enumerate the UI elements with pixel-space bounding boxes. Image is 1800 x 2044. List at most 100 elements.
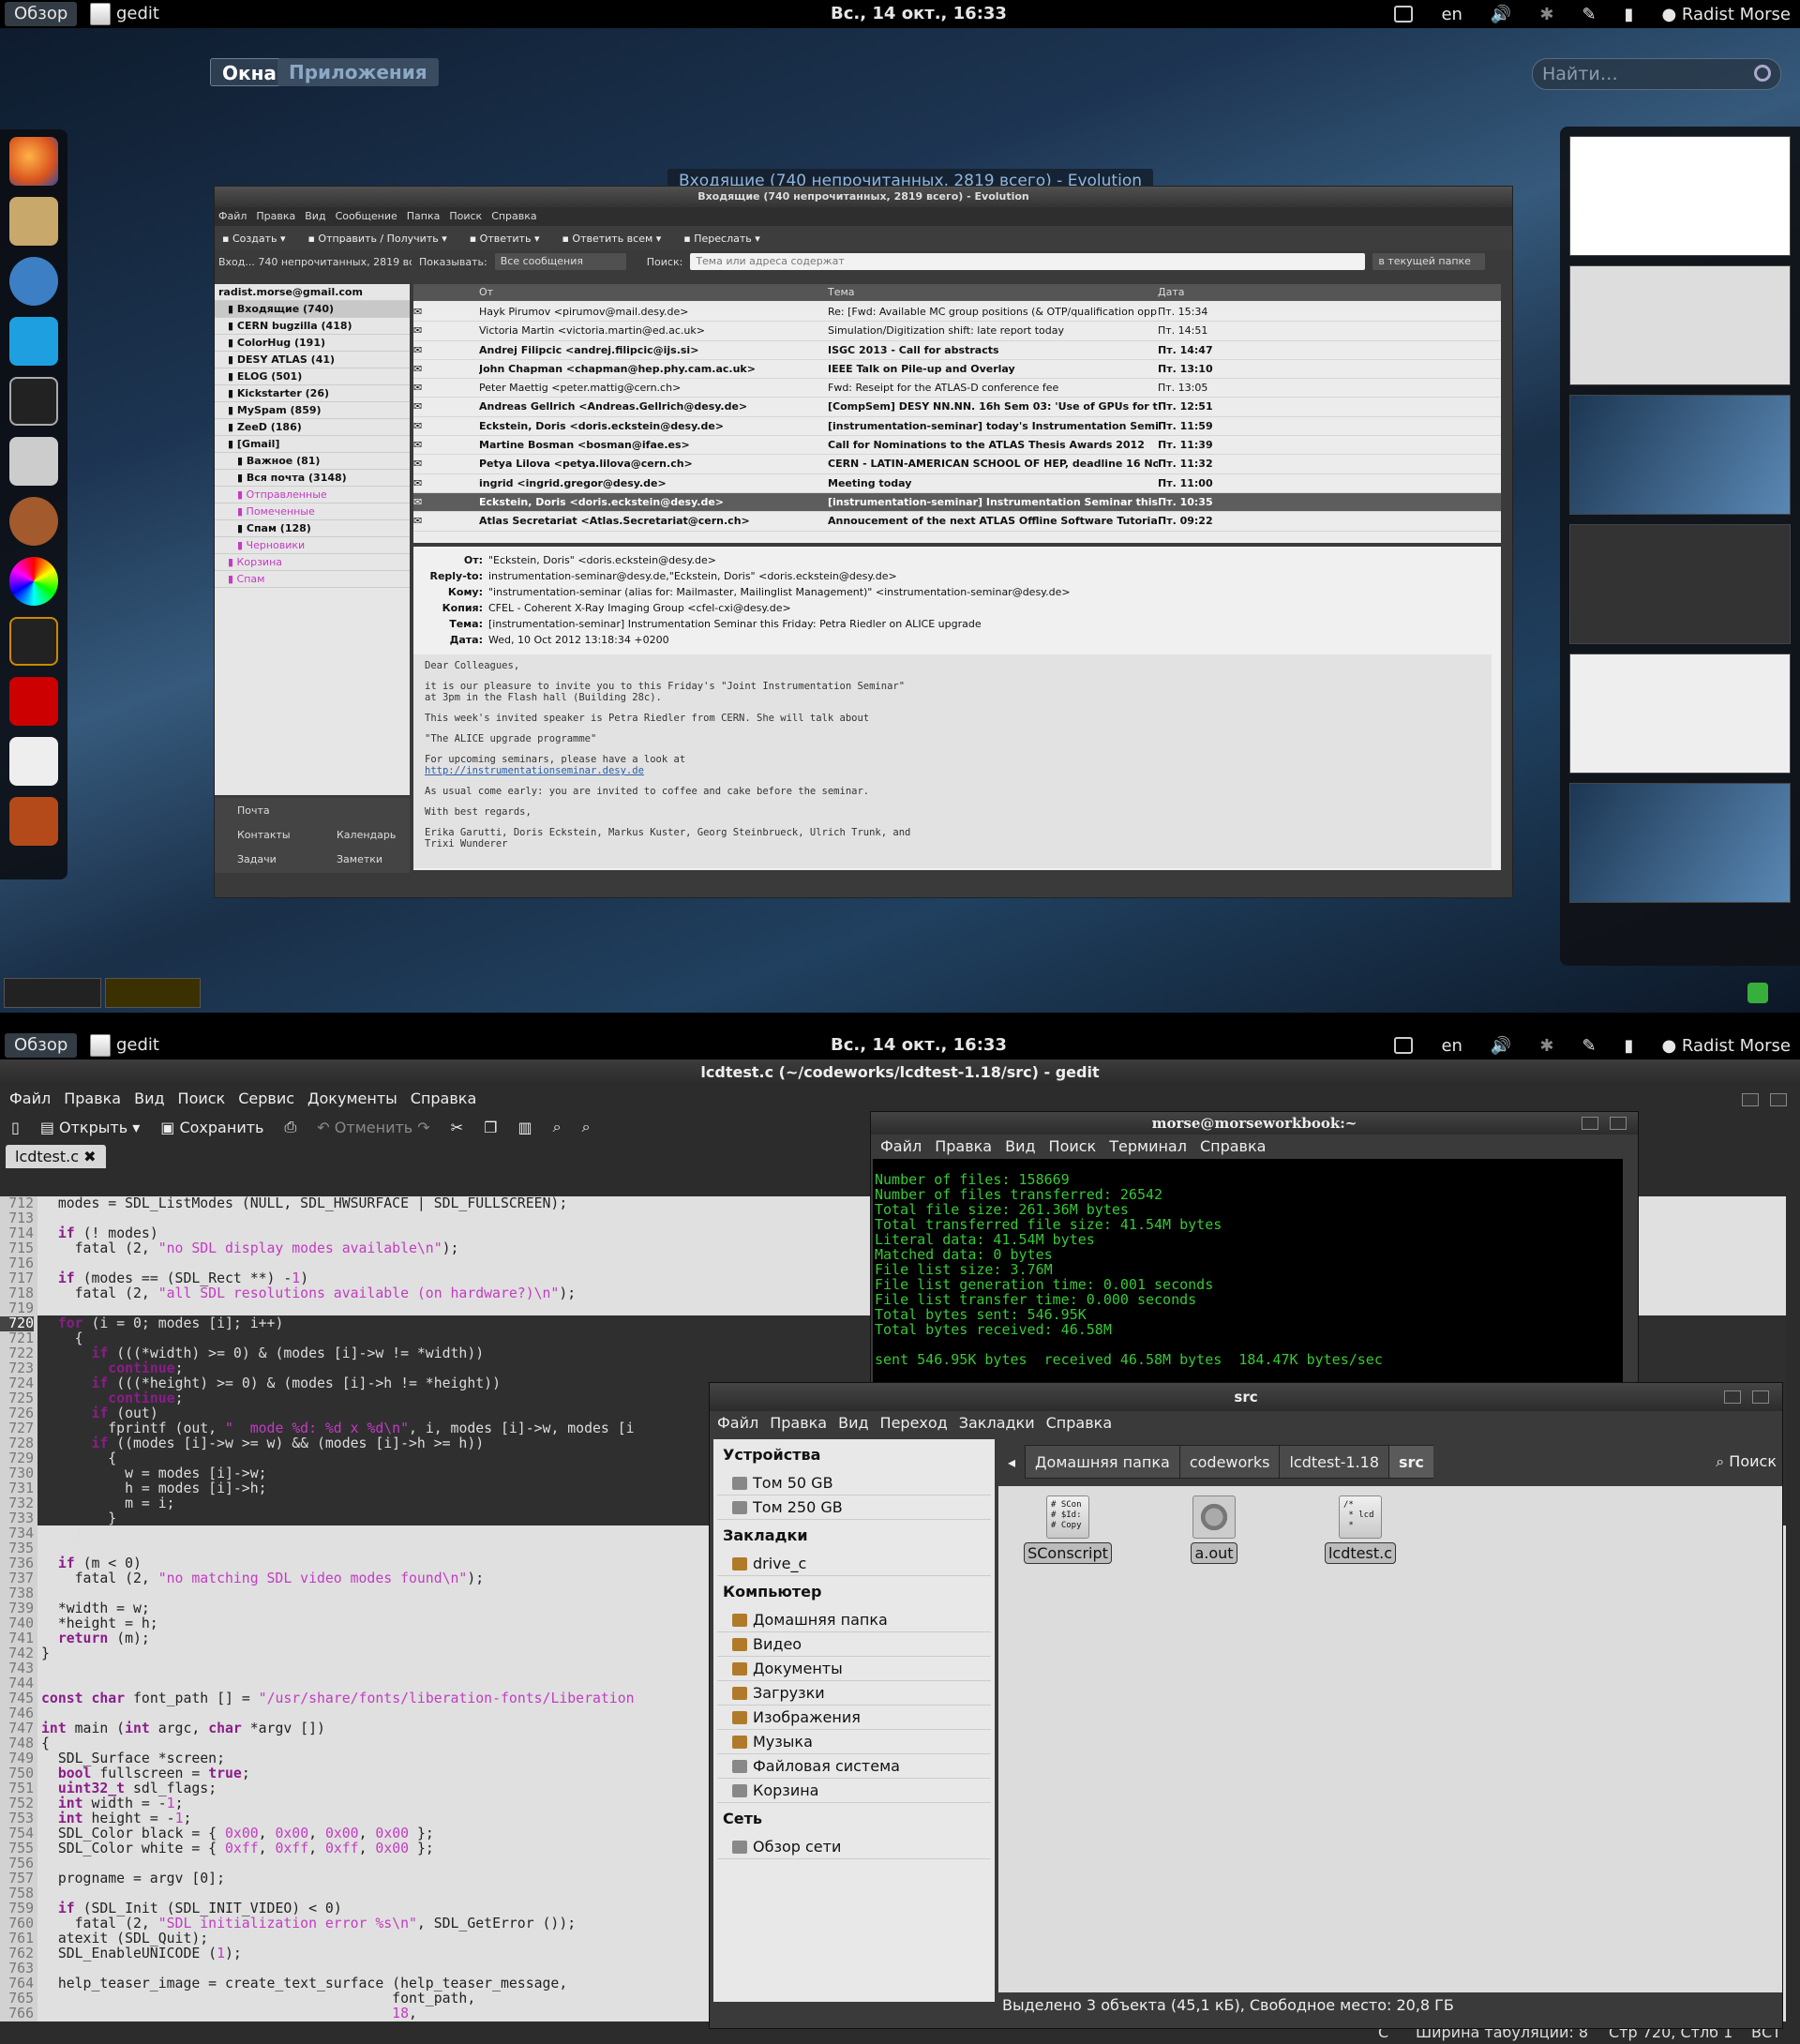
menu-item[interactable]: Папка (407, 207, 441, 226)
maximize-button[interactable] (1742, 1093, 1759, 1106)
tab-applications[interactable]: Приложения (278, 58, 439, 86)
menu-item[interactable]: Правка (64, 1086, 121, 1112)
list-item[interactable]: ✉ Peter Maettig <peter.mattig@cern.ch> Fwd… (413, 379, 1501, 398)
show-select[interactable]: Все сообщения (494, 253, 626, 270)
tab-lcdtest[interactable]: lcdtest.c ✖ (6, 1145, 106, 1168)
folder-item[interactable]: ▮ Спам (215, 571, 410, 588)
menu-item[interactable]: Поиск (178, 1086, 226, 1112)
list-item[interactable]: ✉ Victoria Martin <victoria.martin@ed.ac.… (413, 322, 1501, 341)
list-item[interactable]: ✉ Petya Lilova <petya.lilova@cern.ch> CERN… (413, 455, 1501, 474)
folder-item[interactable]: ▮ Входящие (740) (215, 301, 410, 318)
print-icon[interactable]: ⎙ (284, 1118, 296, 1136)
menu-item[interactable]: Справка (1200, 1135, 1267, 1159)
places-item[interactable]: Домашняя папка (717, 1608, 991, 1632)
menu-item[interactable]: Переход (880, 1411, 948, 1435)
volume-icon[interactable]: 🔊 (1491, 1036, 1511, 1056)
workspace-thumb[interactable] (1569, 524, 1791, 644)
list-item[interactable]: ✉ Eckstein, Doris <doris.eckstein@desy.de… (413, 492, 1501, 513)
folder-item[interactable]: ▮ CERN bugzilla (418) (215, 318, 410, 335)
network-icon[interactable]: ✎ (1582, 1036, 1596, 1056)
path-segment[interactable]: lcdtest-1.18 (1279, 1445, 1388, 1479)
window-titlebar[interactable]: src (710, 1383, 1782, 1411)
bluetooth-icon[interactable]: ✱ (1539, 1036, 1553, 1056)
firefox-icon[interactable] (9, 137, 58, 186)
path-segment[interactable]: src (1388, 1445, 1433, 1479)
col-subject[interactable]: Тема (828, 284, 1158, 301)
body-link[interactable]: http://instrumentationseminar.desy.de (425, 765, 644, 776)
menu-item[interactable]: Правка (770, 1411, 827, 1435)
file-item[interactable]: /* * lcd * lcdtest.c (1315, 1495, 1405, 1564)
evolution-icon[interactable] (9, 197, 58, 246)
terminal-output[interactable]: Number of files: 158669 Number of files t… (873, 1159, 1623, 1384)
system-monitor-icon[interactable] (9, 617, 58, 666)
toolbar-button[interactable]: ▪ Переслать ▾ (683, 233, 759, 245)
menu-item[interactable]: Поиск (449, 207, 482, 226)
overview-search-input[interactable]: Найти… (1532, 58, 1781, 90)
switcher-2[interactable]: Календарь (318, 826, 412, 845)
list-item[interactable]: ✉ Andreas Gellrich <Andreas.Gellrich@desy… (413, 398, 1501, 417)
places-item[interactable]: drive_c (717, 1552, 991, 1576)
places-item[interactable]: Документы (717, 1657, 991, 1681)
bluetooth-icon[interactable]: ✱ (1539, 5, 1553, 24)
evolution-window[interactable]: Входящие (740 непрочитанных, 2819 всего)… (214, 186, 1513, 898)
folder-item[interactable]: ▮ Помеченные (215, 503, 410, 520)
list-item[interactable]: ✉ Andrej Filipcic <andrej.filipcic@ijs.si… (413, 341, 1501, 360)
col-from[interactable]: От (479, 284, 828, 301)
close-button[interactable] (1610, 1117, 1627, 1130)
display-icon[interactable] (1394, 1037, 1414, 1054)
account-item[interactable]: radist.morse@gmail.com (215, 284, 410, 301)
folder-item[interactable]: ▮ Черновики (215, 537, 410, 554)
menu-item[interactable]: Документы (308, 1086, 398, 1112)
window-titlebar[interactable]: Входящие (740 непрочитанных, 2819 всего)… (215, 187, 1512, 207)
nautilus-window[interactable]: src Файл Правка Вид Переход Закладки Справка … (709, 1382, 1783, 2029)
close-icon[interactable]: ✖ (83, 1148, 96, 1165)
empathy-icon[interactable] (9, 257, 58, 306)
file-item[interactable]: # SCon # $Id: # Copy SConscript (1023, 1495, 1113, 1564)
list-item[interactable]: ✉ Martine Bosman <bosman@ifae.es> Call for… (413, 436, 1501, 456)
list-item[interactable]: ✉ Eckstein, Doris <doris.eckstein@desy.de… (413, 417, 1501, 437)
rhythmbox-icon[interactable] (9, 497, 58, 546)
user-menu[interactable]: ● Radist Morse (1661, 1036, 1791, 1056)
path-segment[interactable]: codeworks (1178, 1445, 1280, 1479)
skype-icon[interactable] (9, 317, 58, 366)
app-menu[interactable]: gedit (90, 1031, 159, 1060)
folder-item[interactable]: ▮ Вся почта (3148) (215, 470, 410, 487)
path-segment[interactable]: Домашняя папка (1025, 1445, 1179, 1479)
battery-icon[interactable]: ▮ (1625, 1036, 1634, 1056)
menu-item[interactable]: Закладки (959, 1411, 1035, 1435)
scope-select[interactable]: в текущей папке (1372, 253, 1486, 270)
file-view[interactable]: # SCon # $Id: # Copy SConscript a.out /* * … (998, 1486, 1782, 1992)
folder-item[interactable]: ▮ Kickstarter (26) (215, 385, 410, 402)
workspace-thumb[interactable] (1569, 265, 1791, 385)
places-item[interactable]: Файловая система (717, 1754, 991, 1779)
menu-item[interactable]: Справка (411, 1086, 477, 1112)
toolbar-button[interactable]: ▪ Отправить / Получить ▾ (308, 233, 446, 245)
menu-item[interactable]: Правка (935, 1135, 992, 1159)
places-item[interactable]: Видео (717, 1632, 991, 1657)
toolbar-button[interactable]: ▪ Ответить всем ▾ (562, 233, 661, 245)
switcher-3[interactable]: Задачи (218, 850, 312, 869)
menu-item[interactable]: Сервис (238, 1086, 294, 1112)
workspace-thumb[interactable] (1569, 136, 1791, 256)
places-item[interactable]: Изображения (717, 1706, 991, 1730)
update-icon[interactable] (1748, 983, 1768, 1003)
folder-item[interactable]: ▮ Отправленные (215, 487, 410, 503)
save-button[interactable]: ▣ Сохранить (160, 1119, 263, 1136)
maximize-button[interactable] (1582, 1117, 1598, 1130)
display-icon[interactable] (1394, 6, 1414, 23)
workspace-thumb[interactable] (1569, 395, 1791, 515)
activities-button[interactable]: Обзор (5, 1033, 78, 1058)
menu-item[interactable]: Файл (717, 1411, 758, 1435)
folder-item[interactable]: ▮ ELOG (501) (215, 368, 410, 385)
places-item[interactable]: Том 50 GB (717, 1471, 991, 1495)
list-item[interactable]: ✉ Atlas Secretariat <Atlas.Secretariat@ce… (413, 512, 1501, 532)
places-item[interactable]: Корзина (717, 1779, 991, 1803)
keyboard-layout[interactable]: en (1441, 5, 1462, 24)
places-item[interactable]: Обзор сети (717, 1835, 991, 1859)
list-item[interactable]: ✉ John Chapman <chapman@hep.phy.cam.ac.uk… (413, 360, 1501, 380)
menu-item[interactable]: Вид (305, 207, 325, 226)
file-item[interactable]: a.out (1169, 1495, 1259, 1564)
menu-item[interactable]: Справка (1046, 1411, 1113, 1435)
maximize-button[interactable] (1724, 1390, 1741, 1404)
keyboard-layout[interactable]: en (1441, 1036, 1462, 1056)
